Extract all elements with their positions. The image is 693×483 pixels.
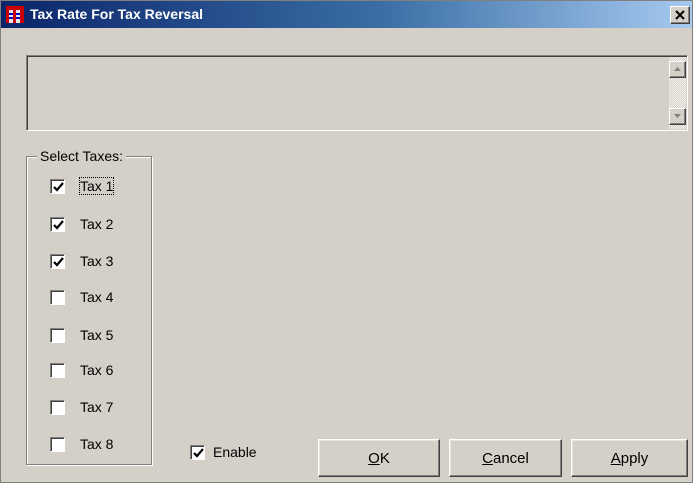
tax-label: Tax 4 [80, 289, 114, 305]
tax-label: Tax 1 [78, 177, 115, 195]
checkbox-box[interactable] [50, 254, 65, 269]
scroll-down-button[interactable] [669, 108, 686, 125]
checkbox-box[interactable] [50, 400, 65, 415]
checkbox-box[interactable] [50, 437, 65, 452]
down-arrow-icon [674, 114, 681, 118]
apply-label-rest: pply [620, 449, 649, 467]
tax-label: Tax 7 [80, 399, 114, 415]
dialog-window: Tax Rate For Tax Reversal Select Taxes: [0, 0, 693, 483]
tax-label: Tax 5 [80, 327, 114, 343]
apply-button[interactable]: Apply [571, 439, 688, 477]
check-icon [193, 448, 204, 458]
message-memo[interactable] [26, 55, 688, 131]
tax-label: Tax 2 [80, 216, 114, 232]
app-icon [6, 6, 24, 23]
scroll-up-button[interactable] [669, 61, 686, 78]
checkbox-box[interactable] [50, 217, 65, 232]
checkbox-box[interactable] [190, 445, 205, 460]
tax-label: Tax 3 [80, 253, 114, 269]
checkbox-box[interactable] [50, 179, 65, 194]
select-taxes-group: Select Taxes: Tax 1 Tax 2 Tax 3 Tax 4 Ta… [26, 148, 152, 465]
close-button[interactable] [670, 6, 690, 24]
cancel-mnemonic: C [482, 449, 493, 467]
ok-label-rest: K [379, 449, 390, 467]
title-bar[interactable]: Tax Rate For Tax Reversal [1, 1, 692, 28]
group-label: Select Taxes: [37, 148, 127, 164]
memo-scrollbar[interactable] [669, 57, 686, 129]
apply-mnemonic: A [610, 449, 621, 467]
checkbox-box[interactable] [50, 290, 65, 305]
cancel-button[interactable]: Cancel [449, 439, 562, 477]
tax-label: Tax 6 [80, 362, 114, 378]
close-icon [675, 10, 685, 20]
ok-mnemonic: O [368, 449, 380, 467]
check-icon [53, 257, 64, 267]
window-title: Tax Rate For Tax Reversal [30, 6, 204, 22]
tax-label: Tax 8 [80, 436, 114, 452]
cancel-label-rest: ancel [492, 449, 529, 467]
up-arrow-icon [674, 67, 681, 71]
check-icon [53, 182, 64, 192]
ok-button[interactable]: OK [318, 439, 440, 477]
enable-label: Enable [213, 444, 257, 460]
checkbox-box[interactable] [50, 328, 65, 343]
check-icon [53, 220, 64, 230]
checkbox-box[interactable] [50, 363, 65, 378]
